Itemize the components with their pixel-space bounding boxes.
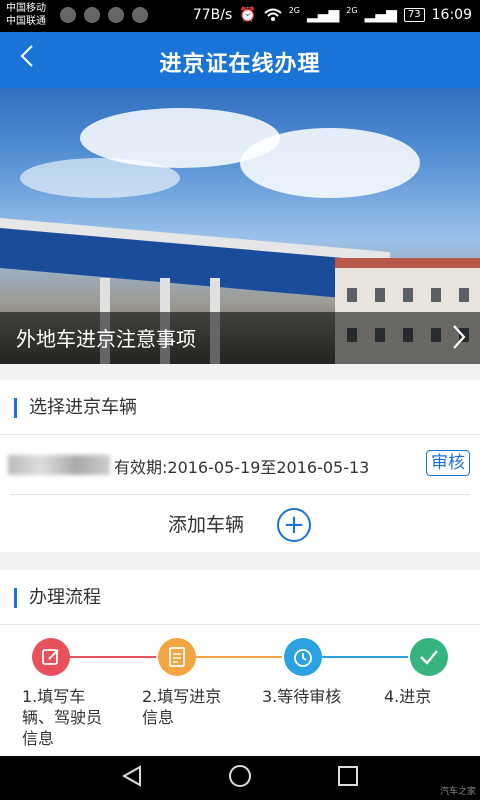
step-1-label: 1.填写车 辆、驾驶员 信息 [22, 686, 102, 749]
vehicle-validity: 有效期:2016-05-19至2016-05-13 [114, 458, 370, 477]
network-speed: 77B/s [192, 7, 233, 23]
battery-icon: 73 [403, 8, 425, 22]
audit-button[interactable]: 审核 [426, 450, 470, 476]
signal-2-type: 2G [346, 5, 358, 15]
cloud-graphic [240, 128, 420, 198]
divider [10, 494, 470, 495]
step-label-line: 1.填写车 [22, 687, 86, 706]
page-title: 进京证在线办理 [159, 52, 321, 77]
window [375, 288, 385, 302]
section-title-vehicle: 选择进京车辆 [14, 398, 137, 418]
system-back-button[interactable] [120, 764, 144, 794]
status-right: 77B/s ⏰ 2G ▂▄▆ 2G ▂▄▆ 73 16:09 [192, 5, 472, 24]
carrier-1: 中国移动 [6, 3, 46, 14]
alarm-icon: ⏰ [239, 7, 257, 23]
step-label-line: 辆、驾驶员 [22, 708, 103, 727]
section-title-process: 办理流程 [14, 588, 101, 608]
window [431, 288, 441, 302]
cloud-graphic [20, 158, 180, 198]
system-nav-bar: 汽车之家 [0, 756, 480, 800]
step-3-icon [284, 638, 322, 676]
system-recent-button[interactable] [336, 764, 360, 794]
chevron-right-icon [453, 325, 466, 349]
notification-icons [60, 7, 148, 23]
step-3-label: 3.等待审核 [262, 686, 341, 707]
edit-icon [42, 649, 59, 665]
step-connector [322, 656, 408, 658]
step-4-label: 4.进京 [384, 686, 431, 707]
triangle-back-icon [121, 765, 141, 787]
circle-home-icon [229, 765, 251, 787]
divider [0, 624, 480, 625]
alarm-clock-icon [294, 649, 312, 667]
notification-icon [108, 7, 124, 23]
signal-1-type: 2G [288, 5, 300, 15]
step-4-icon [410, 638, 448, 676]
carrier-names: 中国移动 中国联通 [6, 2, 46, 28]
wifi-icon [264, 8, 282, 21]
divider [0, 434, 480, 435]
status-bar: 中国移动 中国联通 77B/s ⏰ 2G ▂▄▆ 2G ▂▄▆ 73 16:09 [0, 0, 480, 32]
window [459, 288, 469, 302]
add-vehicle-label[interactable]: 添加车辆 [168, 510, 244, 537]
step-connector [196, 656, 282, 658]
signal-icon: ▂▄▆ [306, 7, 340, 23]
step-2-label: 2.填写进京 信息 [142, 686, 221, 728]
step-label-line: 4.进京 [384, 687, 432, 706]
step-label-line: 信息 [142, 708, 175, 727]
check-icon [420, 650, 438, 665]
step-1-icon [32, 638, 70, 676]
clock: 16:09 [431, 7, 472, 23]
carrier-2: 中国联通 [6, 16, 46, 27]
step-label-line: 3.等待审核 [262, 687, 342, 706]
square-recent-icon [338, 766, 358, 786]
app-header: 进京证在线办理 [0, 32, 480, 88]
signal-icon: ▂▄▆ [364, 7, 397, 23]
system-home-button[interactable] [228, 764, 252, 794]
step-label-line: 信息 [22, 729, 55, 748]
window [347, 288, 357, 302]
notification-icon [60, 7, 76, 23]
document-icon [169, 647, 185, 667]
banner-caption: 外地车进京注意事项 [16, 327, 196, 351]
notification-icon [84, 7, 100, 23]
step-2-icon [158, 638, 196, 676]
window [403, 288, 413, 302]
watermark: 汽车之家 [439, 787, 476, 797]
step-label-line: 2.填写进京 [142, 687, 222, 706]
plus-circle-icon[interactable]: + [277, 508, 311, 542]
banner-arrow [452, 324, 466, 356]
notification-icon [132, 7, 148, 23]
license-plate-blurred [8, 455, 110, 475]
banner[interactable]: 外地车进京注意事项 [0, 88, 480, 364]
step-connector [70, 656, 156, 658]
